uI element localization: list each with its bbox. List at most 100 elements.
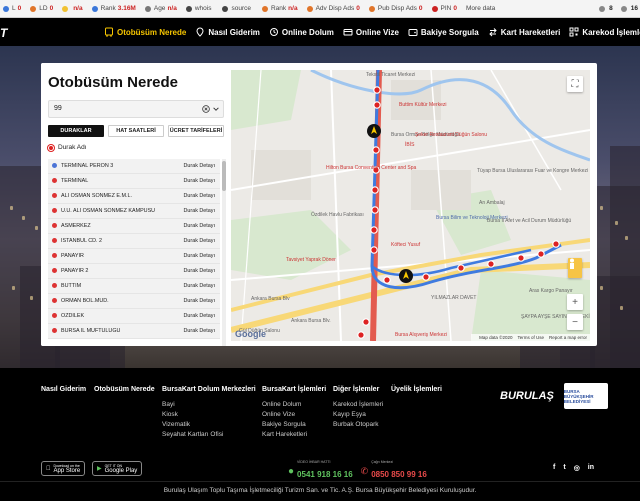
map-label[interactable]: Köfteci Yusuf xyxy=(391,242,420,248)
stop-detail-link[interactable]: Durak Detayı xyxy=(184,253,215,259)
twitter-icon[interactable]: t xyxy=(563,464,565,472)
seo-metric[interactable]: Age n/a xyxy=(144,5,177,12)
footer-link[interactable]: Kiosk xyxy=(162,411,256,418)
report-error-link[interactable]: Report a map error xyxy=(549,335,587,340)
stop-row[interactable]: PANAYIR 2 Durak Detayı xyxy=(48,263,220,279)
tab-hat-saatleri[interactable]: HAT SAATLERİ xyxy=(108,125,164,137)
instagram-icon[interactable]: ◎ xyxy=(574,464,580,472)
stop-detail-link[interactable]: Durak Detayı xyxy=(184,163,215,169)
stop-detail-link[interactable]: Durak Detayı xyxy=(184,193,215,199)
footer-heading[interactable]: Otobüsüm Nerede xyxy=(94,386,155,393)
stop-marker-icon[interactable] xyxy=(517,254,525,262)
nav-item-6[interactable]: Karekod İşlemleri xyxy=(569,27,640,37)
footer-heading[interactable]: Diğer İşlemler xyxy=(333,386,383,393)
stop-row[interactable]: İSTANBUL CD. 2 Durak Detayı xyxy=(48,233,220,249)
footer-link[interactable]: Kayıp Eşya xyxy=(333,411,383,418)
footer-link[interactable]: Seyahat Kartları Ofisi xyxy=(162,431,256,438)
stop-row[interactable]: ASMERKEZ Durak Detayı xyxy=(48,218,220,234)
line-select[interactable]: 99 xyxy=(48,100,224,118)
map-label[interactable]: Tüyap Bursa Uluslararası Fuar ve Kongre … xyxy=(477,168,588,174)
stop-row[interactable]: ÖZDİLEK Durak Detayı xyxy=(48,308,220,324)
seo-metric[interactable]: whois xyxy=(185,5,214,12)
nav-item-5[interactable]: Kart Hareketleri xyxy=(488,27,560,37)
footer-link[interactable]: Bakiye Sorgula xyxy=(262,421,326,428)
map-label[interactable]: Bursa Alışveriş Merkezi xyxy=(395,332,447,338)
map-label[interactable]: Buttim Kültür Merkezi xyxy=(399,102,447,108)
map-label[interactable]: Ankara Bursa Blv. xyxy=(291,318,331,324)
settings-icon[interactable] xyxy=(620,5,627,12)
map-label[interactable]: İBİS xyxy=(405,142,414,148)
footer-heading[interactable]: BursaKart Dolum Merkezleri xyxy=(162,386,256,393)
settings-icon[interactable] xyxy=(599,5,606,12)
stop-detail-link[interactable]: Durak Detayı xyxy=(184,268,215,274)
scrollbar-thumb[interactable] xyxy=(222,161,226,191)
chevron-down-icon[interactable] xyxy=(212,105,220,113)
tab-ucret-tarifeleri[interactable]: ÜCRET TARİFELERİ xyxy=(168,125,224,137)
more-data-link[interactable]: More data xyxy=(466,5,495,12)
bus-marker-icon[interactable] xyxy=(367,124,381,138)
stop-marker-icon[interactable] xyxy=(362,318,370,326)
stop-row[interactable]: ORMAN BÖL.MÜD. Durak Detayı xyxy=(48,293,220,309)
stop-marker-icon[interactable] xyxy=(373,101,381,109)
stop-detail-link[interactable]: Durak Detayı xyxy=(184,298,215,304)
stop-marker-icon[interactable] xyxy=(357,331,365,339)
app-store-button[interactable]:  Download on theApp Store xyxy=(41,461,86,476)
footer-link[interactable]: Bayi xyxy=(162,401,256,408)
seo-metric[interactable]: n/a xyxy=(62,5,83,12)
zoom-out-button[interactable]: − xyxy=(567,314,583,330)
stop-marker-icon[interactable] xyxy=(422,273,430,281)
footer-heading[interactable]: Nasıl Giderim xyxy=(41,386,86,393)
fullscreen-button[interactable]: ⛶ xyxy=(567,76,583,92)
nav-item-0[interactable]: Otobüsüm Nerede xyxy=(104,27,186,37)
stop-marker-icon[interactable] xyxy=(371,206,379,214)
stop-row[interactable]: U.Ü. ALİ OSMAN SÖNMEZ KAMPÜSÜ Durak Detay… xyxy=(48,203,220,219)
seo-metric[interactable]: source xyxy=(222,5,253,12)
map-label[interactable]: Özdilek Havlu Fabrikası xyxy=(311,212,364,218)
bursa-municipality-logo[interactable]: BURSA BÜYÜKŞEHİR BELEDİYESİ xyxy=(563,383,608,409)
burulas-logo[interactable]: BURULAŞ xyxy=(500,390,554,402)
seo-metric[interactable]: PIN 0 xyxy=(431,5,457,12)
map-label[interactable]: Hilton Bursa Convention Center and Spa xyxy=(326,165,416,171)
seo-metric[interactable]: Adv Disp Ads 0 xyxy=(306,5,360,12)
stop-marker-icon[interactable] xyxy=(372,146,380,154)
stop-row[interactable]: BUTTİM Durak Detayı xyxy=(48,278,220,294)
stop-detail-link[interactable]: Durak Detayı xyxy=(184,238,215,244)
facebook-icon[interactable]: f xyxy=(553,464,555,472)
google-play-button[interactable]: ▶ GET IT ON Google Play xyxy=(92,461,143,476)
footer-heading[interactable]: BursaKart İşlemleri xyxy=(262,386,326,393)
footer-link[interactable]: Online Dolum xyxy=(262,401,326,408)
stop-row[interactable]: TERMİNAL Durak Detayı xyxy=(48,173,220,189)
stop-detail-link[interactable]: Durak Detayı xyxy=(184,313,215,319)
stop-list-scrollbar[interactable] xyxy=(222,159,226,346)
stop-detail-link[interactable]: Durak Detayı xyxy=(184,178,215,184)
map-label[interactable]: YILMAZLAR DAVET xyxy=(431,295,476,301)
route-map[interactable]: Tekstil Ticaret Merkezi Buttim Kültür Mer… xyxy=(231,70,590,341)
stop-marker-icon[interactable] xyxy=(383,276,391,284)
stop-row[interactable]: TERMİNAL PERON 3 Durak Detayı xyxy=(48,159,220,174)
footer-link[interactable]: Online Vize xyxy=(262,411,326,418)
stop-marker-icon[interactable] xyxy=(370,226,378,234)
map-label[interactable]: Tavsiyet Yaprak Döner xyxy=(286,257,336,263)
footer-link[interactable]: Burbak Otopark xyxy=(333,421,383,428)
stop-row[interactable]: PANAYIR Durak Detayı xyxy=(48,248,220,264)
map-label[interactable]: Aras Kargo Panayır xyxy=(529,288,573,294)
stop-marker-icon[interactable] xyxy=(552,240,560,248)
stop-marker-icon[interactable] xyxy=(537,250,545,258)
stop-marker-icon[interactable] xyxy=(370,246,378,254)
terms-link[interactable]: Terms of Use xyxy=(517,335,544,340)
map-label[interactable]: Ankara Bursa Blv xyxy=(251,296,290,302)
seo-metric[interactable]: Rank 3.16M xyxy=(91,5,136,12)
stop-marker-icon[interactable] xyxy=(487,260,495,268)
footer-link[interactable]: Karekod İşlemleri xyxy=(333,401,383,408)
stop-marker-icon[interactable] xyxy=(373,86,381,94)
stop-detail-link[interactable]: Durak Detayı xyxy=(184,283,215,289)
stop-marker-icon[interactable] xyxy=(457,264,465,272)
seo-metric[interactable]: Rank n/a xyxy=(261,5,298,12)
nav-item-1[interactable]: Nasıl Giderim xyxy=(195,27,260,37)
tab-duraklar[interactable]: DURAKLAR xyxy=(48,125,104,137)
map-label[interactable]: Arı Ambalaj xyxy=(479,200,505,206)
bus-marker-icon[interactable] xyxy=(399,269,413,283)
stop-detail-link[interactable]: Durak Detayı xyxy=(184,208,215,214)
footer-heading[interactable]: Üyelik İşlemleri xyxy=(391,386,442,393)
nav-item-2[interactable]: Online Dolum xyxy=(269,27,334,37)
